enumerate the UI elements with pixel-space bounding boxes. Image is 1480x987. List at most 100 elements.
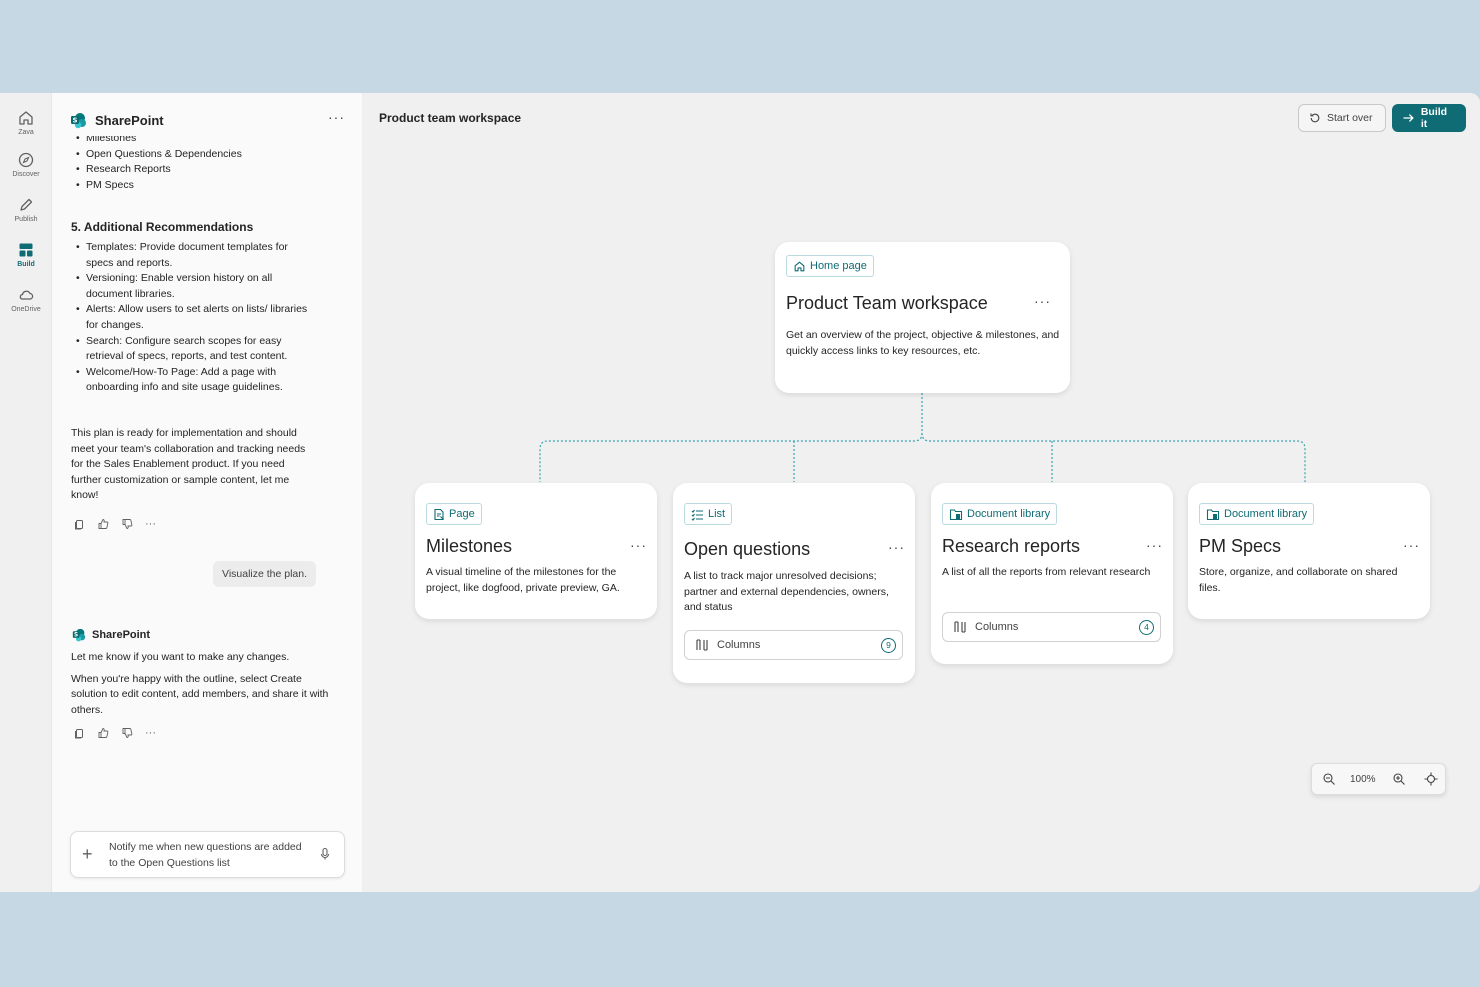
list-item: Versioning: Enable version history on al… xyxy=(74,271,314,302)
home-page-card[interactable]: Home page Product Team workspace ··· Get… xyxy=(775,242,1070,393)
research-reports-card[interactable]: Document library Research reports ··· A … xyxy=(931,483,1173,664)
tag-label: Page xyxy=(449,508,475,520)
list-item: Open Questions & Dependencies xyxy=(74,147,332,163)
bot-paragraph: When you're happy with the outline, sele… xyxy=(71,672,329,716)
card-description: Store, organize, and collaborate on shar… xyxy=(1199,566,1398,594)
plan-canvas: Product team workspace Start over Build … xyxy=(362,93,1480,892)
rail-item-publish[interactable]: Publish xyxy=(0,196,52,223)
home-icon xyxy=(19,111,33,125)
copy-icon[interactable] xyxy=(74,519,85,530)
tag-label: Document library xyxy=(1224,508,1308,520)
add-attachment-button[interactable]: + xyxy=(82,843,93,865)
prev-plan-list: Milestones Open Questions & Dependencies… xyxy=(70,136,332,194)
fit-to-screen-icon[interactable] xyxy=(1424,772,1438,786)
list-item: Research Reports xyxy=(74,162,332,178)
card-more-button[interactable]: ··· xyxy=(1403,537,1420,553)
columns-icon xyxy=(696,639,708,651)
thumbs-up-icon[interactable] xyxy=(97,518,109,530)
microphone-icon[interactable] xyxy=(319,847,331,861)
chat-header: S SharePoint xyxy=(70,111,164,129)
list-icon xyxy=(691,509,703,521)
list-item: Milestones xyxy=(74,136,332,147)
bot-message: Let me know if you want to make any chan… xyxy=(71,650,333,724)
columns-count-badge: 9 xyxy=(881,638,896,653)
user-message: Visualize the plan. xyxy=(213,561,317,587)
rail-label: Zava xyxy=(18,129,34,136)
message-actions: ··· xyxy=(74,727,156,739)
svg-text:S: S xyxy=(72,116,77,124)
open-questions-card[interactable]: List Open questions ··· A list to track … xyxy=(673,483,915,683)
copy-icon[interactable] xyxy=(74,728,85,739)
rail-label: Publish xyxy=(14,216,38,223)
list-item: Search: Configure search scopes for easy… xyxy=(74,334,314,365)
list-item: Templates: Provide document templates fo… xyxy=(74,240,314,271)
zoom-in-icon[interactable] xyxy=(1392,772,1406,786)
chat-app-name: SharePoint xyxy=(95,112,164,128)
copilot-chat-panel: S SharePoint ··· Milestones Open Questio… xyxy=(52,93,362,892)
columns-count-badge: 4 xyxy=(1139,620,1154,635)
zoom-level: 100% xyxy=(1350,774,1376,785)
app-rail: Zava Discover Publish Build OneDrive xyxy=(0,93,52,892)
list-item: Welcome/How-To Page: Add a page with onb… xyxy=(74,365,314,396)
more-actions-button[interactable]: ··· xyxy=(145,727,156,739)
chat-more-button[interactable]: ··· xyxy=(328,109,345,125)
rail-label: Discover xyxy=(12,171,40,178)
zoom-out-icon[interactable] xyxy=(1322,772,1336,786)
tag-label: List xyxy=(708,508,726,520)
columns-icon xyxy=(954,621,966,633)
message-actions: ··· xyxy=(74,518,156,530)
card-description: Get an overview of the project, objectiv… xyxy=(786,329,1060,357)
bot-name: SharePoint xyxy=(92,629,151,641)
section-heading: 5. Additional Recommendations xyxy=(71,220,254,234)
composer-input[interactable]: Notify me when new questions are added t… xyxy=(109,840,309,871)
pm-specs-card[interactable]: Document library PM Specs ··· Store, org… xyxy=(1188,483,1430,619)
card-description: A list to track major unresolved decisio… xyxy=(684,570,889,613)
rail-item-onedrive[interactable]: OneDrive xyxy=(0,286,52,313)
card-more-button[interactable]: ··· xyxy=(630,537,647,553)
card-title: Milestones xyxy=(426,536,513,556)
rail-item-build[interactable]: Build xyxy=(0,241,52,268)
card-title: PM Specs xyxy=(1199,536,1282,556)
app-window: Zava Discover Publish Build OneDrive S S… xyxy=(0,93,1480,892)
columns-label: Columns xyxy=(975,621,1019,633)
svg-text:S: S xyxy=(74,633,78,639)
cloud-icon xyxy=(19,290,34,300)
thumbs-down-icon[interactable] xyxy=(121,518,133,530)
rail-label: OneDrive xyxy=(11,306,41,313)
milestones-card[interactable]: Page Milestones ··· A visual timeline of… xyxy=(415,483,657,619)
page-tag: Page xyxy=(426,503,482,525)
card-description: A list of all the reports from relevant … xyxy=(942,566,1151,578)
more-actions-button[interactable]: ··· xyxy=(145,518,156,530)
chat-composer[interactable]: + Notify me when new questions are added… xyxy=(70,831,345,878)
build-icon xyxy=(19,243,33,257)
tag-label: Document library xyxy=(967,508,1051,520)
document-library-icon xyxy=(1206,508,1220,520)
rail-item-zava[interactable]: Zava xyxy=(0,109,52,136)
card-more-button[interactable]: ··· xyxy=(1146,537,1163,553)
thumbs-up-icon[interactable] xyxy=(97,727,109,739)
columns-label: Columns xyxy=(717,639,761,651)
compass-icon xyxy=(18,152,34,168)
card-title: Research reports xyxy=(942,536,1081,556)
pen-icon xyxy=(20,198,33,211)
recommendations-list: Templates: Provide document templates fo… xyxy=(74,240,314,396)
card-title: Product Team workspace xyxy=(786,293,988,313)
plan-summary: This plan is ready for implementation an… xyxy=(71,427,306,502)
thumbs-down-icon[interactable] xyxy=(121,727,133,739)
rail-label: Build xyxy=(17,261,35,268)
sharepoint-logo-icon: S xyxy=(71,112,86,128)
document-library-icon xyxy=(949,508,963,520)
columns-field[interactable]: Columns 4 xyxy=(942,612,1161,642)
list-item: PM Specs xyxy=(74,178,332,194)
card-more-button[interactable]: ··· xyxy=(888,539,905,555)
columns-field[interactable]: Columns 9 xyxy=(684,630,903,660)
sharepoint-logo-icon: S xyxy=(72,628,86,642)
tag-label: Home page xyxy=(810,260,867,272)
document-library-tag: Document library xyxy=(942,503,1058,525)
card-more-button[interactable]: ··· xyxy=(1034,293,1051,309)
rail-item-discover[interactable]: Discover xyxy=(0,151,52,178)
home-icon xyxy=(794,261,805,271)
card-title: Open questions xyxy=(684,539,811,559)
bot-header: S SharePoint xyxy=(72,628,150,642)
page-icon xyxy=(434,508,444,520)
